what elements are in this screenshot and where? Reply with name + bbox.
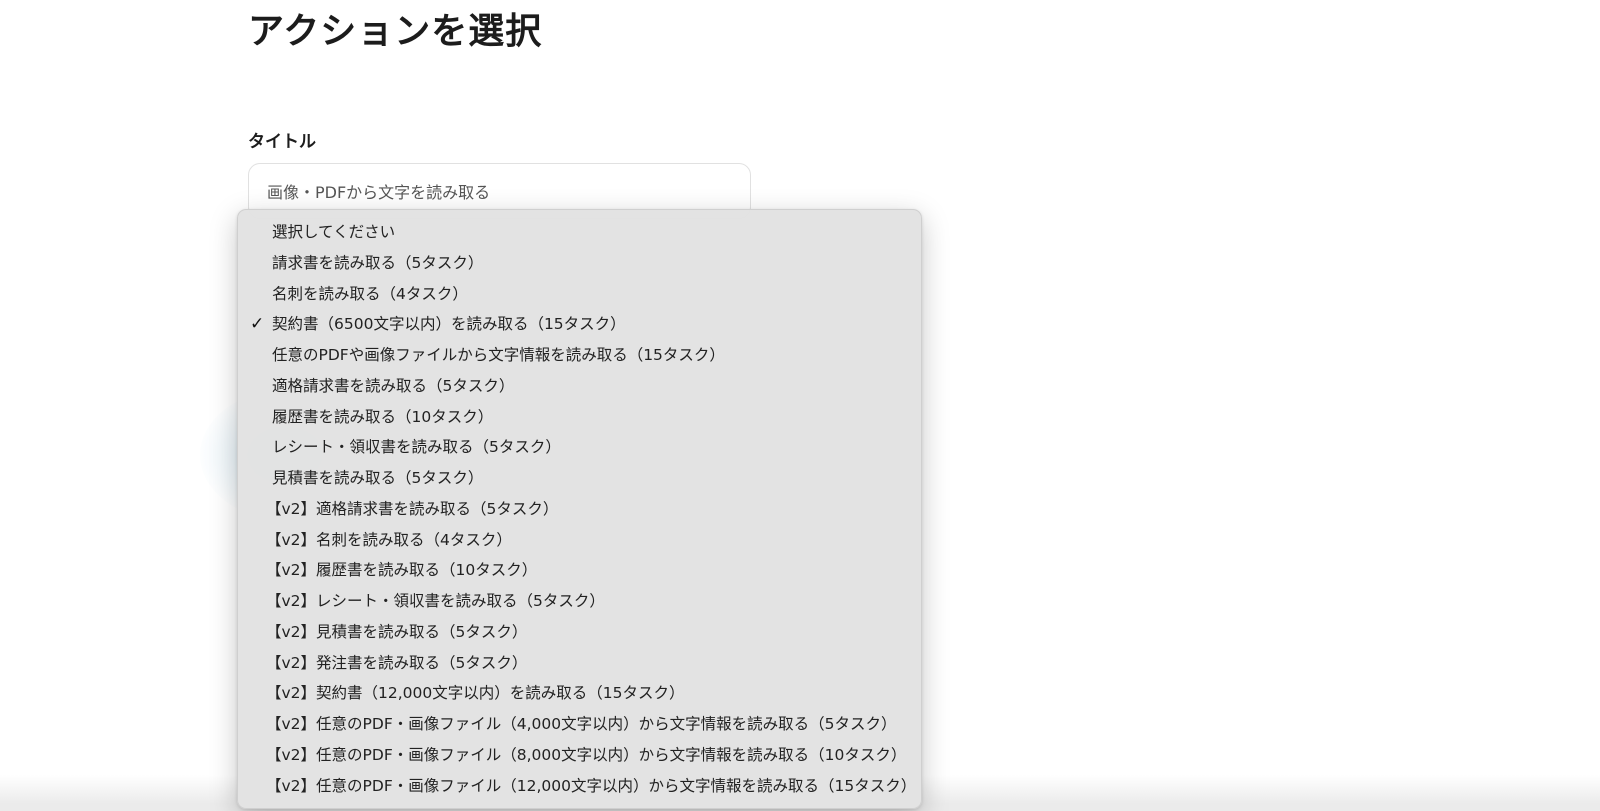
- dropdown-option[interactable]: 【v2】履歴書を読み取る（10タスク）: [238, 555, 921, 586]
- checkmark-icon: ✓: [250, 314, 265, 335]
- dropdown-option-label: 【v2】履歴書を読み取る（10タスク）: [266, 561, 538, 580]
- dropdown-option[interactable]: 【v2】任意のPDF・画像ファイル（12,000文字以内）から文字情報を読み取る…: [238, 771, 921, 802]
- dropdown-option-label: 履歴書を読み取る（10タスク）: [272, 407, 494, 426]
- dropdown-option[interactable]: 【v2】見積書を読み取る（5タスク）: [238, 617, 921, 648]
- dropdown-option[interactable]: 履歴書を読み取る（10タスク）: [238, 402, 921, 433]
- dropdown-option-label: 【v2】任意のPDF・画像ファイル（12,000文字以内）から文字情報を読み取る…: [266, 776, 917, 795]
- dropdown-option-label: 【v2】契約書（12,000文字以内）を読み取る（15タスク）: [266, 684, 685, 703]
- dropdown-option[interactable]: レシート・領収書を読み取る（5タスク）: [238, 432, 921, 463]
- dropdown-option[interactable]: 【v2】発注書を読み取る（5タスク）: [238, 648, 921, 679]
- dropdown-option[interactable]: 選択してください: [238, 217, 921, 248]
- dropdown-option[interactable]: 【v2】任意のPDF・画像ファイル（4,000文字以内）から文字情報を読み取る（…: [238, 709, 921, 740]
- dropdown-option-label: 【v2】任意のPDF・画像ファイル（8,000文字以内）から文字情報を読み取る（…: [266, 745, 907, 764]
- title-field-label: タイトル: [248, 132, 316, 152]
- dropdown-option-label: 適格請求書を読み取る（5タスク）: [272, 376, 515, 395]
- dropdown-option-label: 【v2】レシート・領収書を読み取る（5タスク）: [266, 592, 605, 610]
- dropdown-option[interactable]: 見積書を読み取る（5タスク）: [238, 463, 921, 494]
- action-select-dropdown[interactable]: 選択してください 請求書を読み取る（5タスク） 名刺を読み取る（4タスク） ✓ 契…: [237, 209, 922, 809]
- dropdown-option-label: 選択してください: [272, 223, 396, 241]
- dropdown-option-label: 名刺を読み取る（4タスク）: [272, 284, 468, 303]
- dropdown-option-label: 見積書を読み取る（5タスク）: [272, 469, 484, 487]
- dropdown-option-label: 【v2】任意のPDF・画像ファイル（4,000文字以内）から文字情報を読み取る（…: [266, 715, 897, 733]
- dropdown-option-label: 任意のPDFや画像ファイルから文字情報を読み取る（15タスク）: [272, 346, 725, 364]
- dropdown-option[interactable]: 【v2】契約書（12,000文字以内）を読み取る（15タスク）: [238, 678, 921, 709]
- dropdown-option[interactable]: 【v2】名刺を読み取る（4タスク）: [238, 525, 921, 556]
- dropdown-option-label: 【v2】見積書を読み取る（5タスク）: [266, 622, 528, 641]
- dropdown-option[interactable]: 【v2】適格請求書を読み取る（5タスク）: [238, 494, 921, 525]
- dropdown-option[interactable]: ✓ 契約書（6500文字以内）を読み取る（15タスク）: [238, 309, 921, 340]
- dropdown-option[interactable]: 名刺を読み取る（4タスク）: [238, 279, 921, 310]
- page-title: アクションを選択: [248, 11, 543, 52]
- dropdown-option-label: 【v2】名刺を読み取る（4タスク）: [266, 530, 512, 549]
- dropdown-option[interactable]: 【v2】任意のPDF・画像ファイル（8,000文字以内）から文字情報を読み取る（…: [238, 740, 921, 771]
- dropdown-option[interactable]: 適格請求書を読み取る（5タスク）: [238, 371, 921, 402]
- dropdown-option-label: レシート・領収書を読み取る（5タスク）: [272, 438, 561, 457]
- page: アクションを選択 タイトル 選択してください 請求書を読み取る（5タスク） 名刺…: [0, 0, 1600, 811]
- dropdown-option[interactable]: 任意のPDFや画像ファイルから文字情報を読み取る（15タスク）: [238, 340, 921, 371]
- dropdown-option[interactable]: 【v2】レシート・領収書を読み取る（5タスク）: [238, 586, 921, 617]
- dropdown-option-label: 請求書を読み取る（5タスク）: [272, 253, 484, 272]
- dropdown-option-label: 【v2】適格請求書を読み取る（5タスク）: [266, 499, 559, 518]
- dropdown-option-label: 【v2】発注書を読み取る（5タスク）: [266, 653, 528, 672]
- dropdown-option-label: 契約書（6500文字以内）を読み取る（15タスク）: [272, 315, 626, 334]
- dropdown-option[interactable]: 請求書を読み取る（5タスク）: [238, 248, 921, 279]
